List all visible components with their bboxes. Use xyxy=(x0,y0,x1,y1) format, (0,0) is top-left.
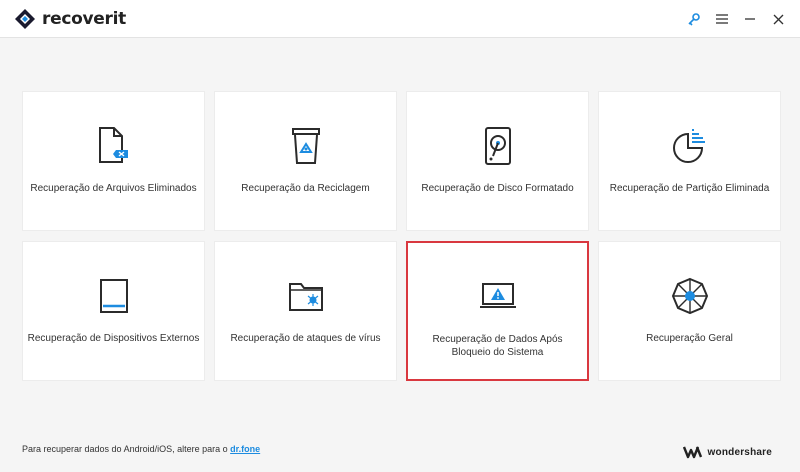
recycle-bin-icon xyxy=(284,124,328,168)
mobile-recovery-note: Para recuperar dados do Android/iOS, alt… xyxy=(22,444,260,454)
close-icon[interactable] xyxy=(764,8,792,30)
card-all-around[interactable]: Recuperação Geral xyxy=(598,241,781,381)
card-label: Recuperação de Arquivos Eliminados xyxy=(30,183,197,194)
card-deleted-files[interactable]: Recuperação de Arquivos Eliminados xyxy=(22,91,205,231)
minimize-icon[interactable] xyxy=(736,8,764,30)
external-device-icon xyxy=(92,274,136,318)
card-label: Recuperação de Partição Eliminada xyxy=(609,183,770,194)
recovery-mode-grid: Recuperação de Arquivos Eliminados Recup… xyxy=(22,91,781,382)
key-icon[interactable] xyxy=(680,8,708,30)
card-formatted-disk[interactable]: Recuperação de Disco Formatado xyxy=(406,91,589,231)
card-label: Recuperação Geral xyxy=(646,333,733,344)
partition-icon xyxy=(668,124,712,168)
drfone-link[interactable]: dr.fone xyxy=(230,444,260,454)
app-title: recoverit xyxy=(42,9,126,29)
brand-name: wondershare xyxy=(707,446,772,458)
system-crash-icon xyxy=(476,275,520,319)
card-deleted-partition[interactable]: Recuperação de Partição Eliminada xyxy=(598,91,781,231)
card-label: Recuperação da Reciclagem xyxy=(241,183,370,194)
virus-folder-icon xyxy=(284,274,328,318)
card-system-crash[interactable]: Recuperação de Dados Após Bloqueio do Si… xyxy=(406,241,589,381)
card-external-devices[interactable]: Recuperação de Dispositivos Externos xyxy=(22,241,205,381)
card-virus-attack[interactable]: Recuperação de ataques de vírus xyxy=(214,241,397,381)
title-bar: recoverit xyxy=(0,0,800,38)
card-recycle-bin[interactable]: Recuperação da Reciclagem xyxy=(214,91,397,231)
card-label: Recuperação de Dados Após Bloqueio do Si… xyxy=(432,334,563,358)
window-controls xyxy=(680,8,792,30)
all-around-icon xyxy=(668,274,712,318)
wondershare-logo-icon xyxy=(682,446,702,459)
recoverit-logo-icon xyxy=(15,9,35,29)
note-text: Para recuperar dados do Android/iOS, alt… xyxy=(22,444,228,454)
menu-icon[interactable] xyxy=(708,8,736,30)
card-label: Recuperação de Disco Formatado xyxy=(421,183,574,194)
card-label: Recuperação de ataques de vírus xyxy=(230,333,381,344)
card-label: Recuperação de Dispositivos Externos xyxy=(27,333,200,344)
app-logo: recoverit xyxy=(14,8,126,30)
deleted-file-icon xyxy=(92,124,136,168)
wondershare-brand: wondershare xyxy=(682,445,772,459)
formatted-disk-icon xyxy=(476,124,520,168)
